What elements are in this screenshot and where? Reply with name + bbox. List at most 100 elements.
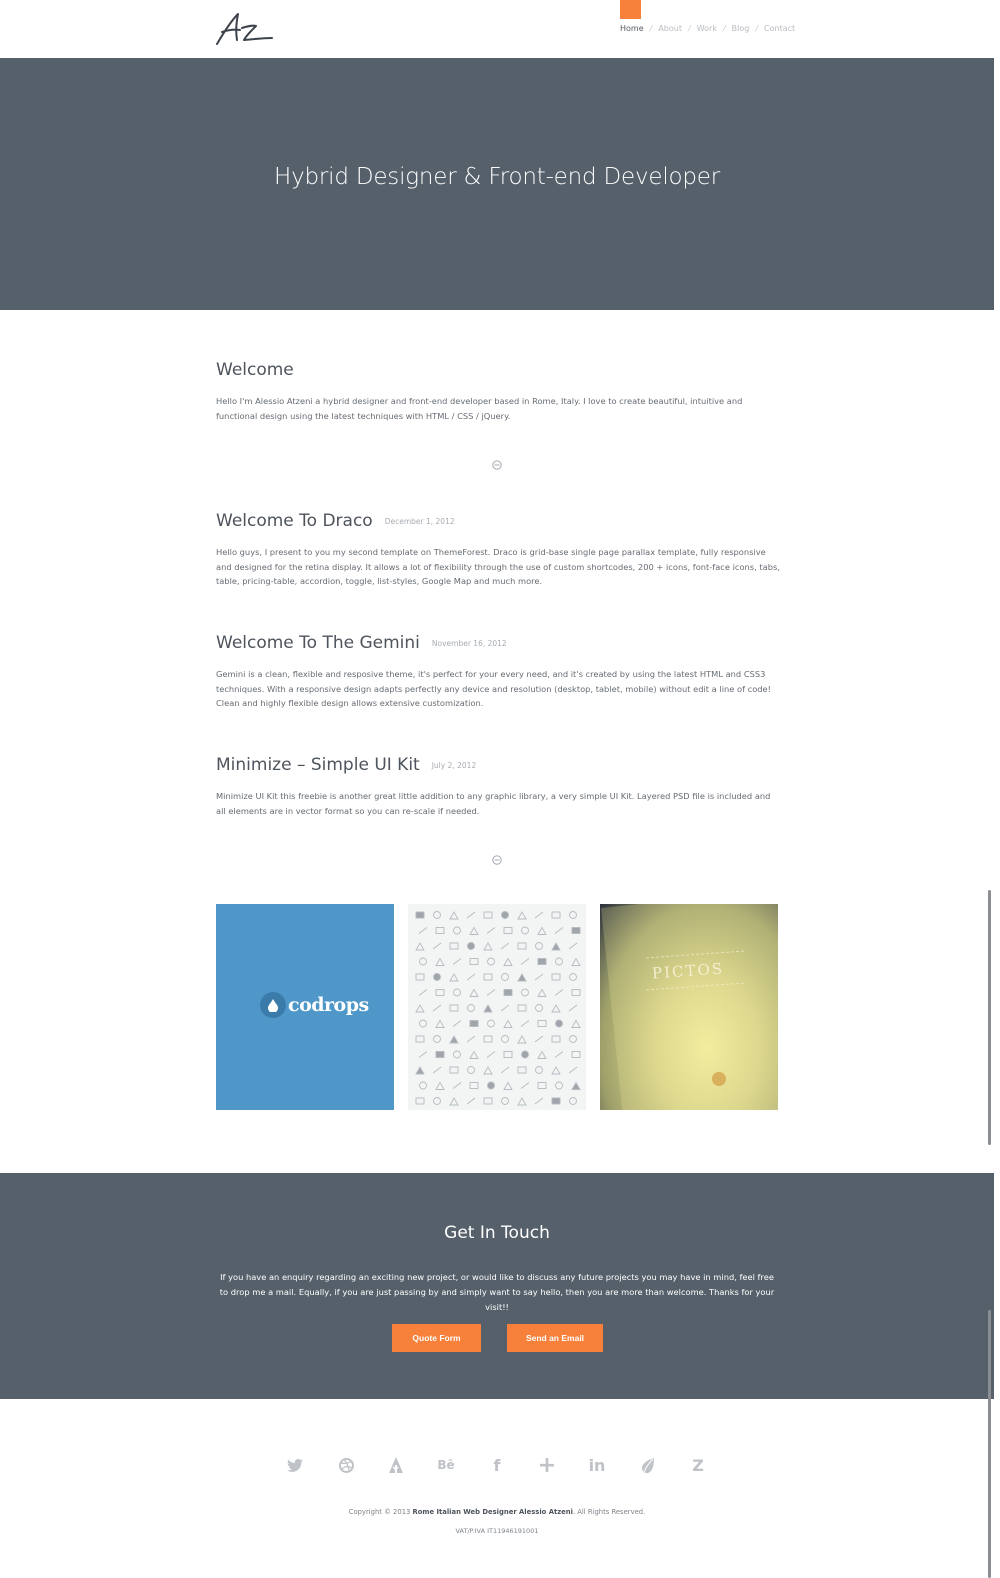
quote-form-button[interactable]: Quote Form [392,1324,481,1352]
grid-icon [435,1019,445,1028]
grid-icon [415,1035,425,1043]
behance-icon[interactable]: Bē [436,1455,456,1475]
grid-icon [483,1066,493,1075]
grid-icon [537,926,547,935]
grid-icon [571,927,581,934]
divider-icon [492,855,502,865]
vat-number: VAT/P.IVA IT11946191001 [455,1527,539,1535]
grid-icon [517,911,527,920]
post-title[interactable]: Welcome To The Gemini November 16, 2012 [216,633,507,653]
contact-section: Get In Touch If you have an enquiry rega… [0,1173,994,1399]
grid-icon [517,1066,527,1074]
scrollbar-track[interactable] [994,0,1000,1578]
post-title[interactable]: Minimize – Simple UI Kit July 2, 2012 [216,755,476,775]
post-title-text[interactable]: Welcome To Draco [216,511,373,531]
grid-icon [554,989,564,996]
grid-icon [432,1004,442,1012]
grid-icon [415,1066,425,1075]
grid-icon [503,1051,513,1058]
nav-home[interactable]: Home [620,24,644,33]
grid-icon [486,989,496,996]
grid-icon [449,1035,459,1044]
forrst-icon[interactable] [386,1455,406,1475]
logo[interactable] [214,10,274,48]
grid-icon [568,1004,578,1012]
grid-icon [503,1019,513,1028]
facebook-icon[interactable]: f [487,1455,507,1475]
grid-icon [571,1019,581,1028]
work-thumb-codrops[interactable]: codrops [216,904,394,1110]
scrollbar-thumb[interactable] [988,890,991,1145]
grid-icon [487,957,495,966]
grid-icon [469,988,479,997]
grid-icon [503,927,513,934]
grid-icon [433,1035,441,1043]
grid-icon [517,1004,527,1012]
grid-icon [487,1019,495,1028]
grid-icon [503,1081,513,1090]
grid-icon [435,1081,445,1090]
send-email-button[interactable]: Send an Email [507,1324,603,1352]
post-title-text[interactable]: Minimize – Simple UI Kit [216,755,420,775]
dribbble-icon[interactable] [336,1455,356,1475]
grid-icon [466,1097,476,1105]
grid-icon [483,973,493,981]
grid-icon [551,1066,561,1075]
copyright-link[interactable]: Rome Italian Web Designer Alessio Atzeni [413,1508,573,1516]
grid-icon [569,1035,577,1043]
work-thumb-icons[interactable] [408,904,586,1110]
twitter-icon[interactable] [285,1455,305,1475]
envato-icon[interactable] [638,1455,658,1475]
grid-icon [571,1081,581,1090]
codrops-wordmark: codrops [288,994,369,1016]
grid-icon [500,1004,510,1012]
grid-icon [415,1004,425,1013]
grid-icon [555,1019,563,1028]
nav-contact[interactable]: Contact [764,24,795,33]
grid-icon [534,973,544,981]
grid-icon [415,942,425,951]
divider-icon [492,460,502,470]
copyright-prefix: Copyright © 2013 [348,1508,413,1516]
nav-about[interactable]: About [658,24,682,33]
grid-icon [500,942,510,950]
grid-icon [486,927,496,934]
google-plus-icon[interactable]: + [537,1453,557,1478]
post-date: November 16, 2012 [431,638,507,648]
grid-icon [449,973,459,982]
grid-icon [469,1082,479,1089]
grid-icon [517,1097,527,1106]
nav-separator: / [687,24,691,33]
drop-icon [260,992,286,1018]
social-links: Bē f + in Z [0,1453,994,1478]
grid-icon [551,911,561,919]
post-date: December 1, 2012 [384,516,455,526]
grid-icon [521,1050,529,1059]
post-title-text[interactable]: Welcome To The Gemini [216,633,420,653]
grid-icon [500,1066,510,1074]
grid-icon [551,1035,561,1043]
grid-icon [520,958,530,965]
scrollbar-thumb[interactable] [988,1310,991,1578]
contact-title: Get In Touch [444,1223,550,1243]
grid-icon [534,1097,544,1105]
zerply-icon[interactable]: Z [688,1455,708,1475]
grid-icon [432,1066,442,1074]
grid-icon [521,988,529,997]
grid-icon [535,1004,543,1012]
grid-icon [551,942,561,951]
icon-grid-image [415,911,581,1106]
grid-icon [415,973,425,981]
linkedin-icon[interactable]: in [587,1455,607,1475]
nav-work[interactable]: Work [697,24,717,33]
book-cover [600,904,778,1110]
post-title[interactable]: Welcome To Draco December 1, 2012 [216,511,455,531]
nav-blog[interactable]: Blog [732,24,750,33]
grid-icon [483,1035,493,1043]
grid-icon [551,973,561,981]
grid-icon [569,973,577,981]
grid-icon [469,1050,479,1059]
work-thumb-pictos[interactable]: PICTOS [600,904,778,1110]
grid-icon [568,942,578,950]
grid-icon [551,1097,561,1105]
